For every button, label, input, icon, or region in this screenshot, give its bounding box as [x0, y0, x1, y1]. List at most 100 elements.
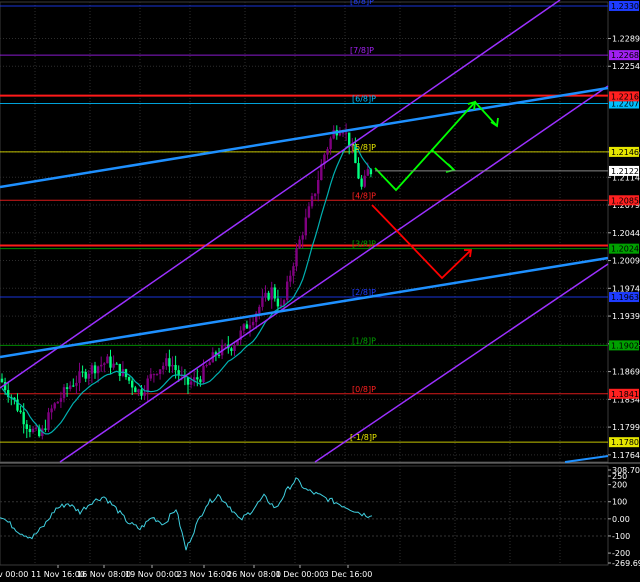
candle-body	[44, 428, 47, 430]
candle-body	[292, 266, 295, 276]
oscillator-tick-label: -200	[612, 549, 630, 558]
oscillator-tick-label: 0.00	[612, 515, 630, 524]
murrey-level-label: [0/8]P	[352, 385, 376, 394]
candle-body	[81, 371, 84, 373]
candle-body	[251, 321, 255, 326]
candle-body	[286, 281, 289, 301]
y-axis-tick-label: 1.2289	[612, 34, 640, 43]
murrey-price-tag-text: 1.1841	[611, 390, 639, 399]
candle-body	[143, 392, 146, 396]
candle-body	[301, 235, 304, 240]
candle-body	[217, 354, 221, 356]
candle-body	[69, 385, 72, 389]
candle-body	[196, 377, 199, 380]
candle-body	[289, 275, 292, 282]
candle-body	[344, 132, 348, 134]
oscillator-tick-label: 100	[612, 498, 627, 507]
murrey-level-label: [7/8]P	[350, 46, 374, 55]
candle-body	[90, 365, 94, 374]
oscillator-tick-label: 200	[612, 481, 627, 490]
candle-body	[19, 410, 22, 413]
candle-body	[106, 356, 109, 364]
y-axis-tick-label: 1.1799	[612, 423, 640, 432]
chart-window: 1.22891.22541.21461.21141.20791.20441.20…	[0, 0, 640, 582]
x-axis-tick-label: 1 Dec 00:00	[276, 570, 325, 579]
candle-body	[298, 239, 301, 249]
candle-body	[165, 358, 168, 366]
candle-body	[62, 387, 66, 399]
candle-body	[317, 180, 320, 194]
murrey-level-label: [1/8]P	[352, 336, 376, 345]
y-axis-tick-label: 1.1869	[612, 368, 640, 377]
murrey-price-tag-text: 1.2268	[611, 51, 639, 60]
candle-body	[56, 401, 59, 404]
candle-body	[267, 292, 270, 300]
y-axis-tick-label: 1.1974	[612, 284, 640, 293]
y-axis-tick-label: 1.2009	[612, 257, 640, 266]
oscillator-tick-label: -269.695	[612, 559, 640, 568]
candle-body	[0, 378, 4, 383]
candle-body	[233, 345, 236, 351]
candle-body	[341, 132, 345, 134]
candle-body	[363, 175, 366, 187]
candle-body	[174, 365, 177, 371]
x-axis-tick-label: 16 Nov 08:00	[77, 570, 131, 579]
candle-body	[59, 398, 63, 402]
candle-body	[34, 427, 38, 429]
candle-body	[199, 379, 202, 383]
candle-body	[348, 132, 351, 147]
candle-body	[168, 358, 171, 367]
candle-body	[245, 324, 249, 329]
candle-body	[127, 377, 131, 381]
murrey-price-tag-text: 1.1780	[611, 438, 639, 447]
murrey-price-tag-text: 1.1902	[611, 341, 639, 350]
candle-body	[313, 193, 317, 197]
candle-body	[295, 248, 298, 267]
y-axis-tick-label: 1.2044	[612, 229, 640, 238]
candle-body	[25, 424, 28, 429]
candle-body	[258, 306, 261, 314]
candle-body	[273, 287, 276, 299]
candle-body	[158, 369, 162, 374]
candle-body	[134, 387, 137, 393]
candle-body	[72, 385, 75, 387]
murrey-price-tag-text: 1.2146	[611, 148, 639, 157]
candle-body	[189, 381, 193, 385]
candle-body	[162, 365, 165, 370]
candle-body	[140, 389, 143, 396]
candle-body	[75, 382, 78, 386]
candle-body	[84, 371, 87, 379]
candle-body	[282, 300, 286, 305]
candle-body	[137, 389, 140, 393]
candle-body	[112, 363, 115, 368]
x-axis-tick-label: 26 Nov 08:00	[227, 570, 281, 579]
candle-body	[261, 297, 264, 307]
candle-body	[310, 196, 314, 207]
x-axis-tick-label: 3 Dec 16:00	[324, 570, 373, 579]
candle-body	[78, 371, 81, 383]
candle-body	[307, 206, 311, 218]
murrey-level-label: [4/8]P	[352, 191, 376, 200]
forex-chart: 1.22891.22541.21461.21141.20791.20441.20…	[0, 0, 640, 582]
y-axis-tick-label: 1.1764	[612, 451, 640, 460]
candle-body	[248, 325, 252, 329]
candle-body	[369, 169, 373, 175]
candle-body	[146, 378, 149, 393]
murrey-price-tag-text: 1.2330	[611, 2, 639, 11]
candle-body	[202, 365, 205, 383]
x-axis-tick-label: v 00:00	[0, 570, 28, 579]
x-axis-tick-label: 23 Nov 16:00	[177, 570, 231, 579]
candle-body	[87, 373, 90, 379]
candle-body	[152, 374, 156, 376]
candle-body	[50, 408, 53, 413]
murrey-level-label: [6/8]P	[352, 95, 376, 104]
candle-body	[96, 366, 100, 374]
murrey-level-label: [5/8]P	[352, 143, 376, 152]
murrey-level-label: [2/8]P	[352, 288, 376, 297]
candle-body	[149, 374, 152, 379]
murrey-level-label: [8/8]P	[350, 0, 374, 6]
candle-body	[65, 387, 69, 389]
candle-body	[366, 169, 369, 176]
murrey-price-tag-text: 1.1963	[611, 293, 639, 302]
candle-body	[224, 344, 227, 346]
